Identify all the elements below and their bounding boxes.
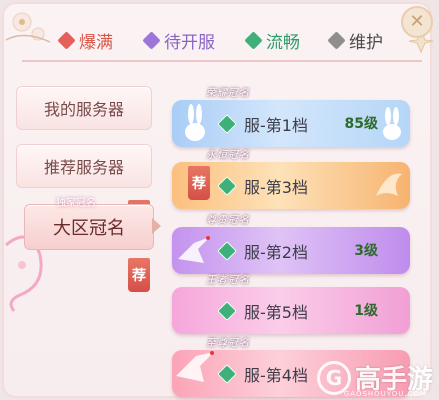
- flower-decoration-icon: [5, 12, 51, 43]
- crane-decoration-icon: [178, 236, 210, 263]
- tab-region-sponsor-subtitle: 独家冠名: [56, 198, 96, 209]
- red-diamond-icon: [57, 30, 76, 50]
- smooth-status-icon: [217, 364, 237, 384]
- server-name: 服-第5档: [244, 303, 308, 322]
- tab-region-sponsor-label: 大区冠名: [53, 218, 125, 239]
- tab-my-servers-label: 我的服务器: [43, 100, 124, 119]
- phoenix-decoration-icon: [376, 173, 402, 196]
- legend-full-label: 爆满: [79, 32, 113, 53]
- server-level: 1级: [354, 303, 378, 319]
- recommended-server-badge: 荐: [188, 166, 210, 200]
- smooth-status-icon: [217, 241, 237, 261]
- tab-recommended-label: 推荐服务器: [43, 158, 124, 177]
- legend-smooth: 流畅: [244, 26, 300, 54]
- crane-decoration-icon: [176, 351, 214, 382]
- server-name: 服-第2档: [244, 243, 308, 262]
- green-diamond-icon: [244, 30, 263, 50]
- watermark-url: GAOSHOUYOU.COM: [343, 390, 427, 398]
- tab-region-sponsor[interactable]: 大区冠名: [24, 204, 154, 250]
- tab-recommended-servers[interactable]: 推荐服务器: [16, 144, 152, 188]
- legend-smooth-label: 流畅: [266, 32, 300, 53]
- server-card-title: 永恒冠名: [206, 150, 250, 161]
- server-name: 服-第4档: [244, 366, 308, 385]
- smooth-status-icon: [217, 176, 237, 196]
- close-button[interactable]: ✕: [401, 6, 433, 38]
- category-sidebar: 我的服务器 推荐服务器 荐 大区冠名 独家冠名 荐: [0, 60, 165, 400]
- selected-arrow-icon: [152, 218, 161, 234]
- server-list: 荣耀冠名 服-第1档 85级 永恒冠名 服-第3档 尊贵冠名 服-第2档 3级 …: [168, 62, 430, 400]
- server-card[interactable]: 王者冠名 服-第5档 1级: [172, 275, 410, 334]
- purple-diamond-icon: [142, 30, 161, 50]
- status-legend-bar: 爆满 待开服 流畅 维护 ✕: [0, 0, 439, 62]
- region-sponsor-badge: 荐: [128, 258, 150, 292]
- legend-upcoming-label: 待开服: [164, 32, 215, 53]
- server-level: 3级: [354, 243, 378, 259]
- server-card-title: 尊贵冠名: [206, 215, 250, 226]
- server-card-title: 王者冠名: [206, 275, 250, 286]
- legend-full: 爆满: [57, 26, 113, 54]
- smooth-status-icon: [217, 114, 237, 134]
- tab-my-servers[interactable]: 我的服务器: [16, 86, 152, 130]
- server-level: 85级: [344, 116, 378, 132]
- server-name: 服-第3档: [244, 178, 308, 197]
- server-name: 服-第1档: [244, 116, 308, 135]
- server-card[interactable]: 荣耀冠名 服-第1档 85级: [172, 88, 410, 147]
- server-card[interactable]: 尊贵冠名 服-第2档 3级: [172, 215, 410, 274]
- rabbit-decoration-icon: [383, 107, 401, 140]
- rabbit-decoration-icon: [185, 104, 205, 141]
- legend-upcoming: 待开服: [142, 26, 215, 54]
- server-card-title: 荣耀冠名: [206, 88, 250, 99]
- smooth-status-icon: [217, 301, 237, 321]
- legend-maintenance-label: 维护: [349, 32, 383, 53]
- legend-maintenance: 维护: [327, 26, 383, 54]
- gray-diamond-icon: [327, 30, 346, 50]
